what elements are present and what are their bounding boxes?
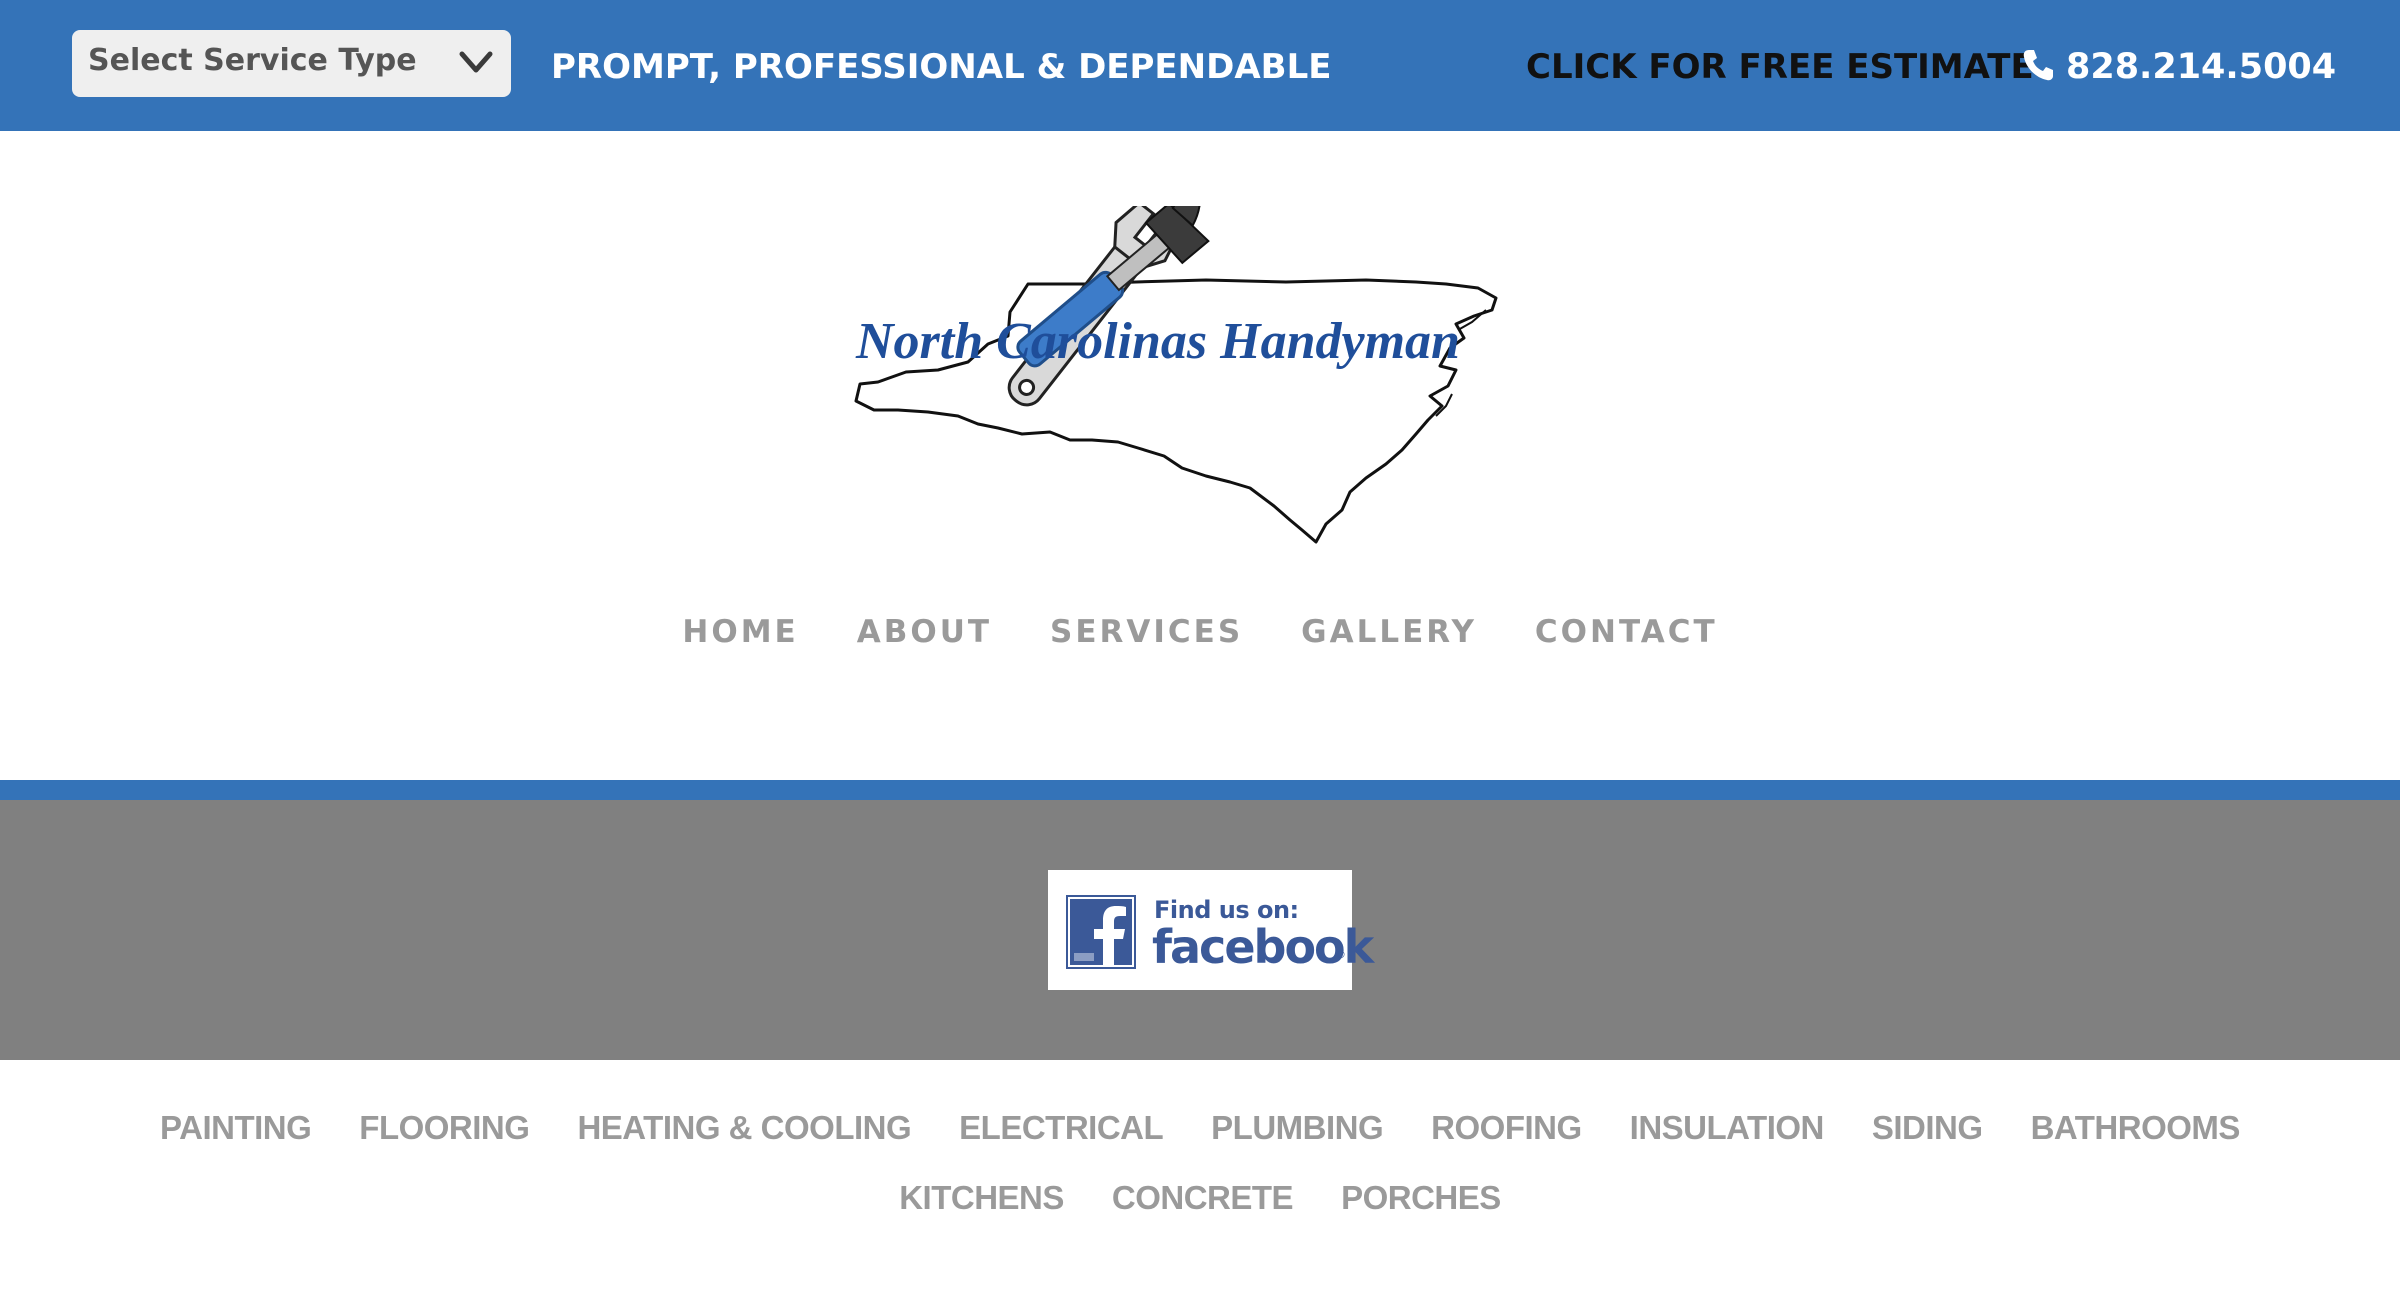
service-link-siding[interactable]: SIDING <box>1872 1100 1983 1156</box>
nav-gallery[interactable]: GALLERY <box>1301 600 1477 664</box>
nav-services[interactable]: SERVICES <box>1050 600 1243 664</box>
phone-number-link[interactable]: 828.214.5004 <box>2066 0 2336 131</box>
nav-about[interactable]: ABOUT <box>857 600 992 664</box>
chevron-down-icon <box>459 51 493 73</box>
service-type-select-value: Select Service Type <box>88 43 417 78</box>
north-carolina-map-logo: North Carolinas Handyman <box>854 146 1498 544</box>
facebook-wordmark: facebook <box>1152 920 1374 974</box>
blue-divider <box>0 780 2400 800</box>
facebook-registered-mark: ® <box>1335 948 1346 961</box>
service-link-plumbing[interactable]: PLUMBING <box>1211 1100 1384 1156</box>
phone-icon <box>2023 50 2053 81</box>
service-type-select[interactable]: Select Service Type <box>72 30 511 97</box>
service-link-painting[interactable]: PAINTING <box>160 1100 312 1156</box>
service-link-flooring[interactable]: FLOORING <box>359 1100 530 1156</box>
service-link-concrete[interactable]: CONCRETE <box>1112 1170 1294 1226</box>
free-estimate-link[interactable]: CLICK FOR FREE ESTIMATE <box>1526 0 2034 131</box>
services-nav: PAINTING FLOORING HEATING & COOLING ELEC… <box>60 1100 2340 1226</box>
nav-contact[interactable]: CONTACT <box>1535 600 1718 664</box>
site-logo[interactable]: North Carolinas Handyman <box>846 146 1566 546</box>
service-link-electrical[interactable]: ELECTRICAL <box>959 1100 1164 1156</box>
service-link-heating-cooling[interactable]: HEATING & COOLING <box>577 1100 911 1156</box>
service-link-insulation[interactable]: INSULATION <box>1630 1100 1825 1156</box>
main-nav: HOME ABOUT SERVICES GALLERY CONTACT <box>0 600 2400 664</box>
facebook-icon <box>1068 897 1134 967</box>
service-link-roofing[interactable]: ROOFING <box>1431 1100 1582 1156</box>
nav-home[interactable]: HOME <box>682 600 798 664</box>
service-link-porches[interactable]: PORCHES <box>1341 1170 1501 1226</box>
top-bar: Select Service Type PROMPT, PROFESSIONAL… <box>0 0 2400 131</box>
logo-text: North Carolinas Handyman <box>855 313 1460 370</box>
tagline: PROMPT, PROFESSIONAL & DEPENDABLE <box>551 47 1332 87</box>
service-link-bathrooms[interactable]: BATHROOMS <box>2031 1100 2241 1156</box>
service-link-kitchens[interactable]: KITCHENS <box>899 1170 1064 1226</box>
facebook-badge[interactable]: Find us on: facebook ® <box>1048 870 1374 990</box>
